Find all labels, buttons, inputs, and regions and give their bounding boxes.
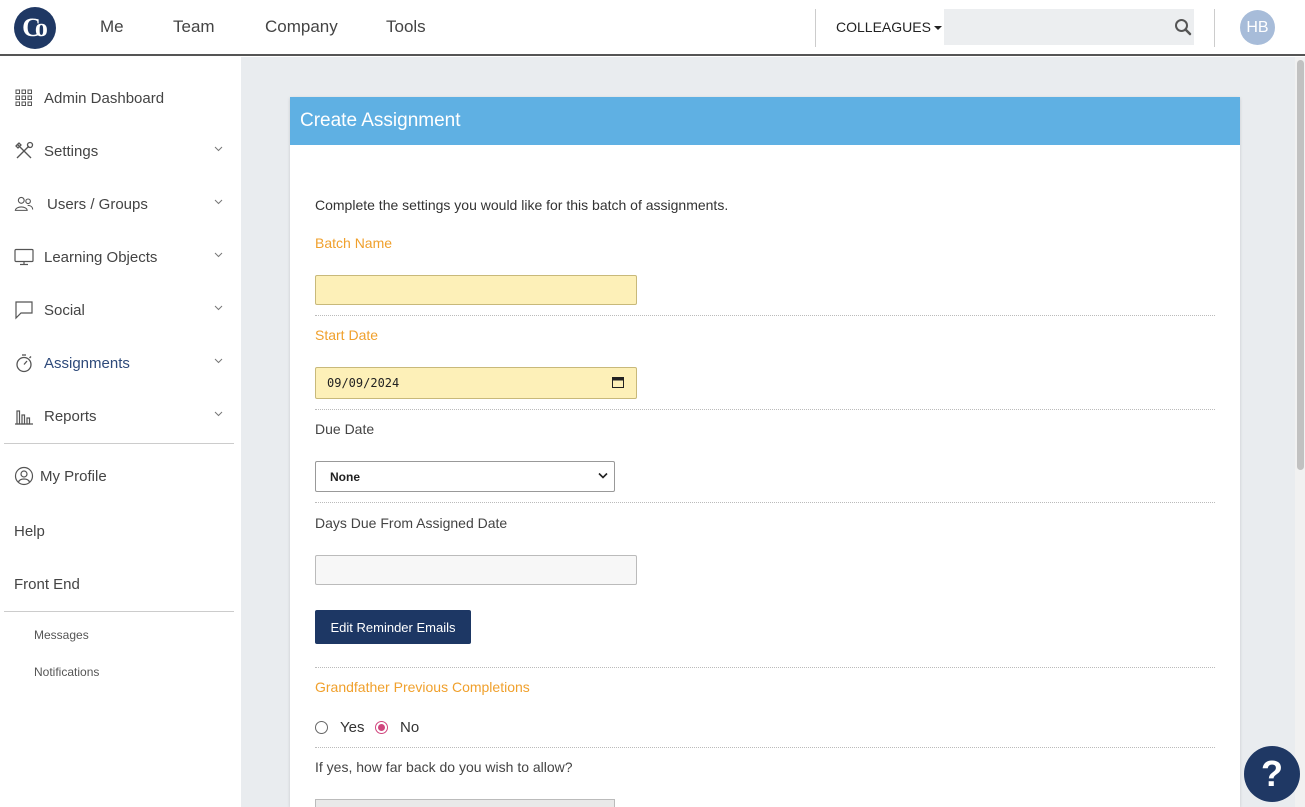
- sidebar-item-label: Assignments: [44, 354, 130, 372]
- how-far-back-select[interactable]: [315, 799, 615, 807]
- top-navbar: Co Me Team Company Tools COLLEAGUES HB: [0, 0, 1305, 56]
- sidebar-item-label: My Profile: [40, 467, 107, 485]
- avatar-initials: HB: [1246, 18, 1269, 36]
- edit-reminder-emails-button[interactable]: Edit Reminder Emails: [315, 610, 471, 644]
- sidebar-divider: [4, 611, 234, 612]
- colleagues-label: COLLEAGUES: [836, 19, 931, 35]
- sidebar-item-label: Social: [44, 301, 85, 319]
- sidebar-item-help[interactable]: Help: [14, 520, 229, 542]
- chat-icon: [14, 300, 34, 320]
- start-date-label: Start Date: [315, 327, 379, 343]
- sidebar-item-label: Settings: [44, 142, 99, 160]
- bar-chart-icon: [14, 406, 34, 426]
- stopwatch-icon: [14, 353, 34, 373]
- sidebar-item-reports[interactable]: Reports: [14, 405, 229, 427]
- sidebar-item-assignments[interactable]: Assignments: [14, 352, 229, 374]
- logo-mark: Co: [22, 13, 48, 42]
- colleagues-dropdown[interactable]: COLLEAGUES: [836, 19, 942, 35]
- field-divider: [315, 667, 1215, 668]
- batch-name-label: Batch Name: [315, 235, 393, 251]
- nav-divider: [1214, 9, 1215, 47]
- sidebar-item-label: Front End: [14, 575, 80, 593]
- days-due-input[interactable]: [315, 555, 637, 585]
- grandfather-no-radio[interactable]: [375, 721, 388, 734]
- calendar-icon[interactable]: [612, 376, 624, 388]
- sidebar-item-my-profile[interactable]: My Profile: [14, 465, 229, 487]
- no-label: No: [400, 719, 420, 736]
- sidebar-item-label: Admin Dashboard: [44, 89, 165, 107]
- card-title: Create Assignment: [290, 97, 1240, 145]
- avatar[interactable]: HB: [1240, 10, 1275, 45]
- grandfather-yes-radio[interactable]: [315, 721, 328, 734]
- sidebar-item-label: Learning Objects: [44, 248, 158, 266]
- sidebar-divider: [4, 443, 234, 444]
- sidebar-item-settings[interactable]: Settings: [14, 140, 229, 162]
- search-input[interactable]: [944, 9, 1194, 45]
- chevron-down-icon: [214, 411, 223, 417]
- how-far-back-label: If yes, how far back do you wish to allo…: [315, 759, 573, 775]
- field-divider: [315, 747, 1215, 748]
- users-icon: [14, 194, 34, 214]
- sidebar-item-learning-objects[interactable]: Learning Objects: [14, 246, 229, 268]
- chevron-down-icon: [214, 146, 223, 152]
- caret-down-icon: [933, 26, 942, 31]
- field-divider: [315, 409, 1215, 410]
- sidebar: [0, 57, 241, 807]
- chevron-down-icon: [214, 199, 223, 205]
- sidebar-link-messages[interactable]: Messages: [34, 628, 89, 642]
- nav-me[interactable]: Me: [100, 17, 124, 37]
- sidebar-item-front-end[interactable]: Front End: [14, 573, 229, 595]
- help-button[interactable]: ?: [1244, 746, 1300, 802]
- chevron-down-icon: [214, 252, 223, 258]
- scrollbar-thumb[interactable]: [1297, 60, 1304, 470]
- chevron-down-icon: [598, 472, 608, 479]
- form-intro-text: Complete the settings you would like for…: [315, 197, 729, 213]
- due-date-select[interactable]: None: [315, 461, 615, 492]
- nav-tools[interactable]: Tools: [386, 17, 426, 37]
- sidebar-item-social[interactable]: Social: [14, 299, 229, 321]
- sidebar-item-users-groups[interactable]: Users / Groups: [14, 193, 229, 215]
- nav-team[interactable]: Team: [173, 17, 215, 37]
- company-logo[interactable]: Co: [14, 7, 56, 49]
- start-date-value: 09/09/2024: [327, 376, 400, 390]
- chevron-down-icon: [214, 305, 223, 311]
- sidebar-item-admin-dashboard[interactable]: Admin Dashboard: [14, 87, 229, 109]
- grandfather-label: Grandfather Previous Completions: [315, 679, 530, 695]
- due-date-selected-value: None: [330, 469, 360, 484]
- yes-label: Yes: [340, 719, 365, 736]
- tools-icon: [14, 141, 34, 161]
- monitor-icon: [14, 247, 34, 267]
- nav-divider: [815, 9, 816, 47]
- sidebar-item-label: Help: [14, 522, 45, 540]
- grid-icon: [14, 88, 34, 108]
- user-circle-icon: [14, 466, 34, 486]
- field-divider: [315, 502, 1215, 503]
- field-divider: [315, 315, 1215, 316]
- batch-name-input[interactable]: [315, 275, 637, 305]
- nav-company[interactable]: Company: [265, 17, 338, 37]
- sidebar-item-label: Reports: [44, 407, 97, 425]
- due-date-label: Due Date: [315, 421, 375, 437]
- days-due-label: Days Due From Assigned Date: [315, 515, 508, 531]
- search-icon[interactable]: [1174, 18, 1192, 36]
- chevron-down-icon: [214, 358, 223, 364]
- sidebar-item-label: Users / Groups: [47, 195, 148, 213]
- sidebar-link-notifications[interactable]: Notifications: [34, 665, 99, 679]
